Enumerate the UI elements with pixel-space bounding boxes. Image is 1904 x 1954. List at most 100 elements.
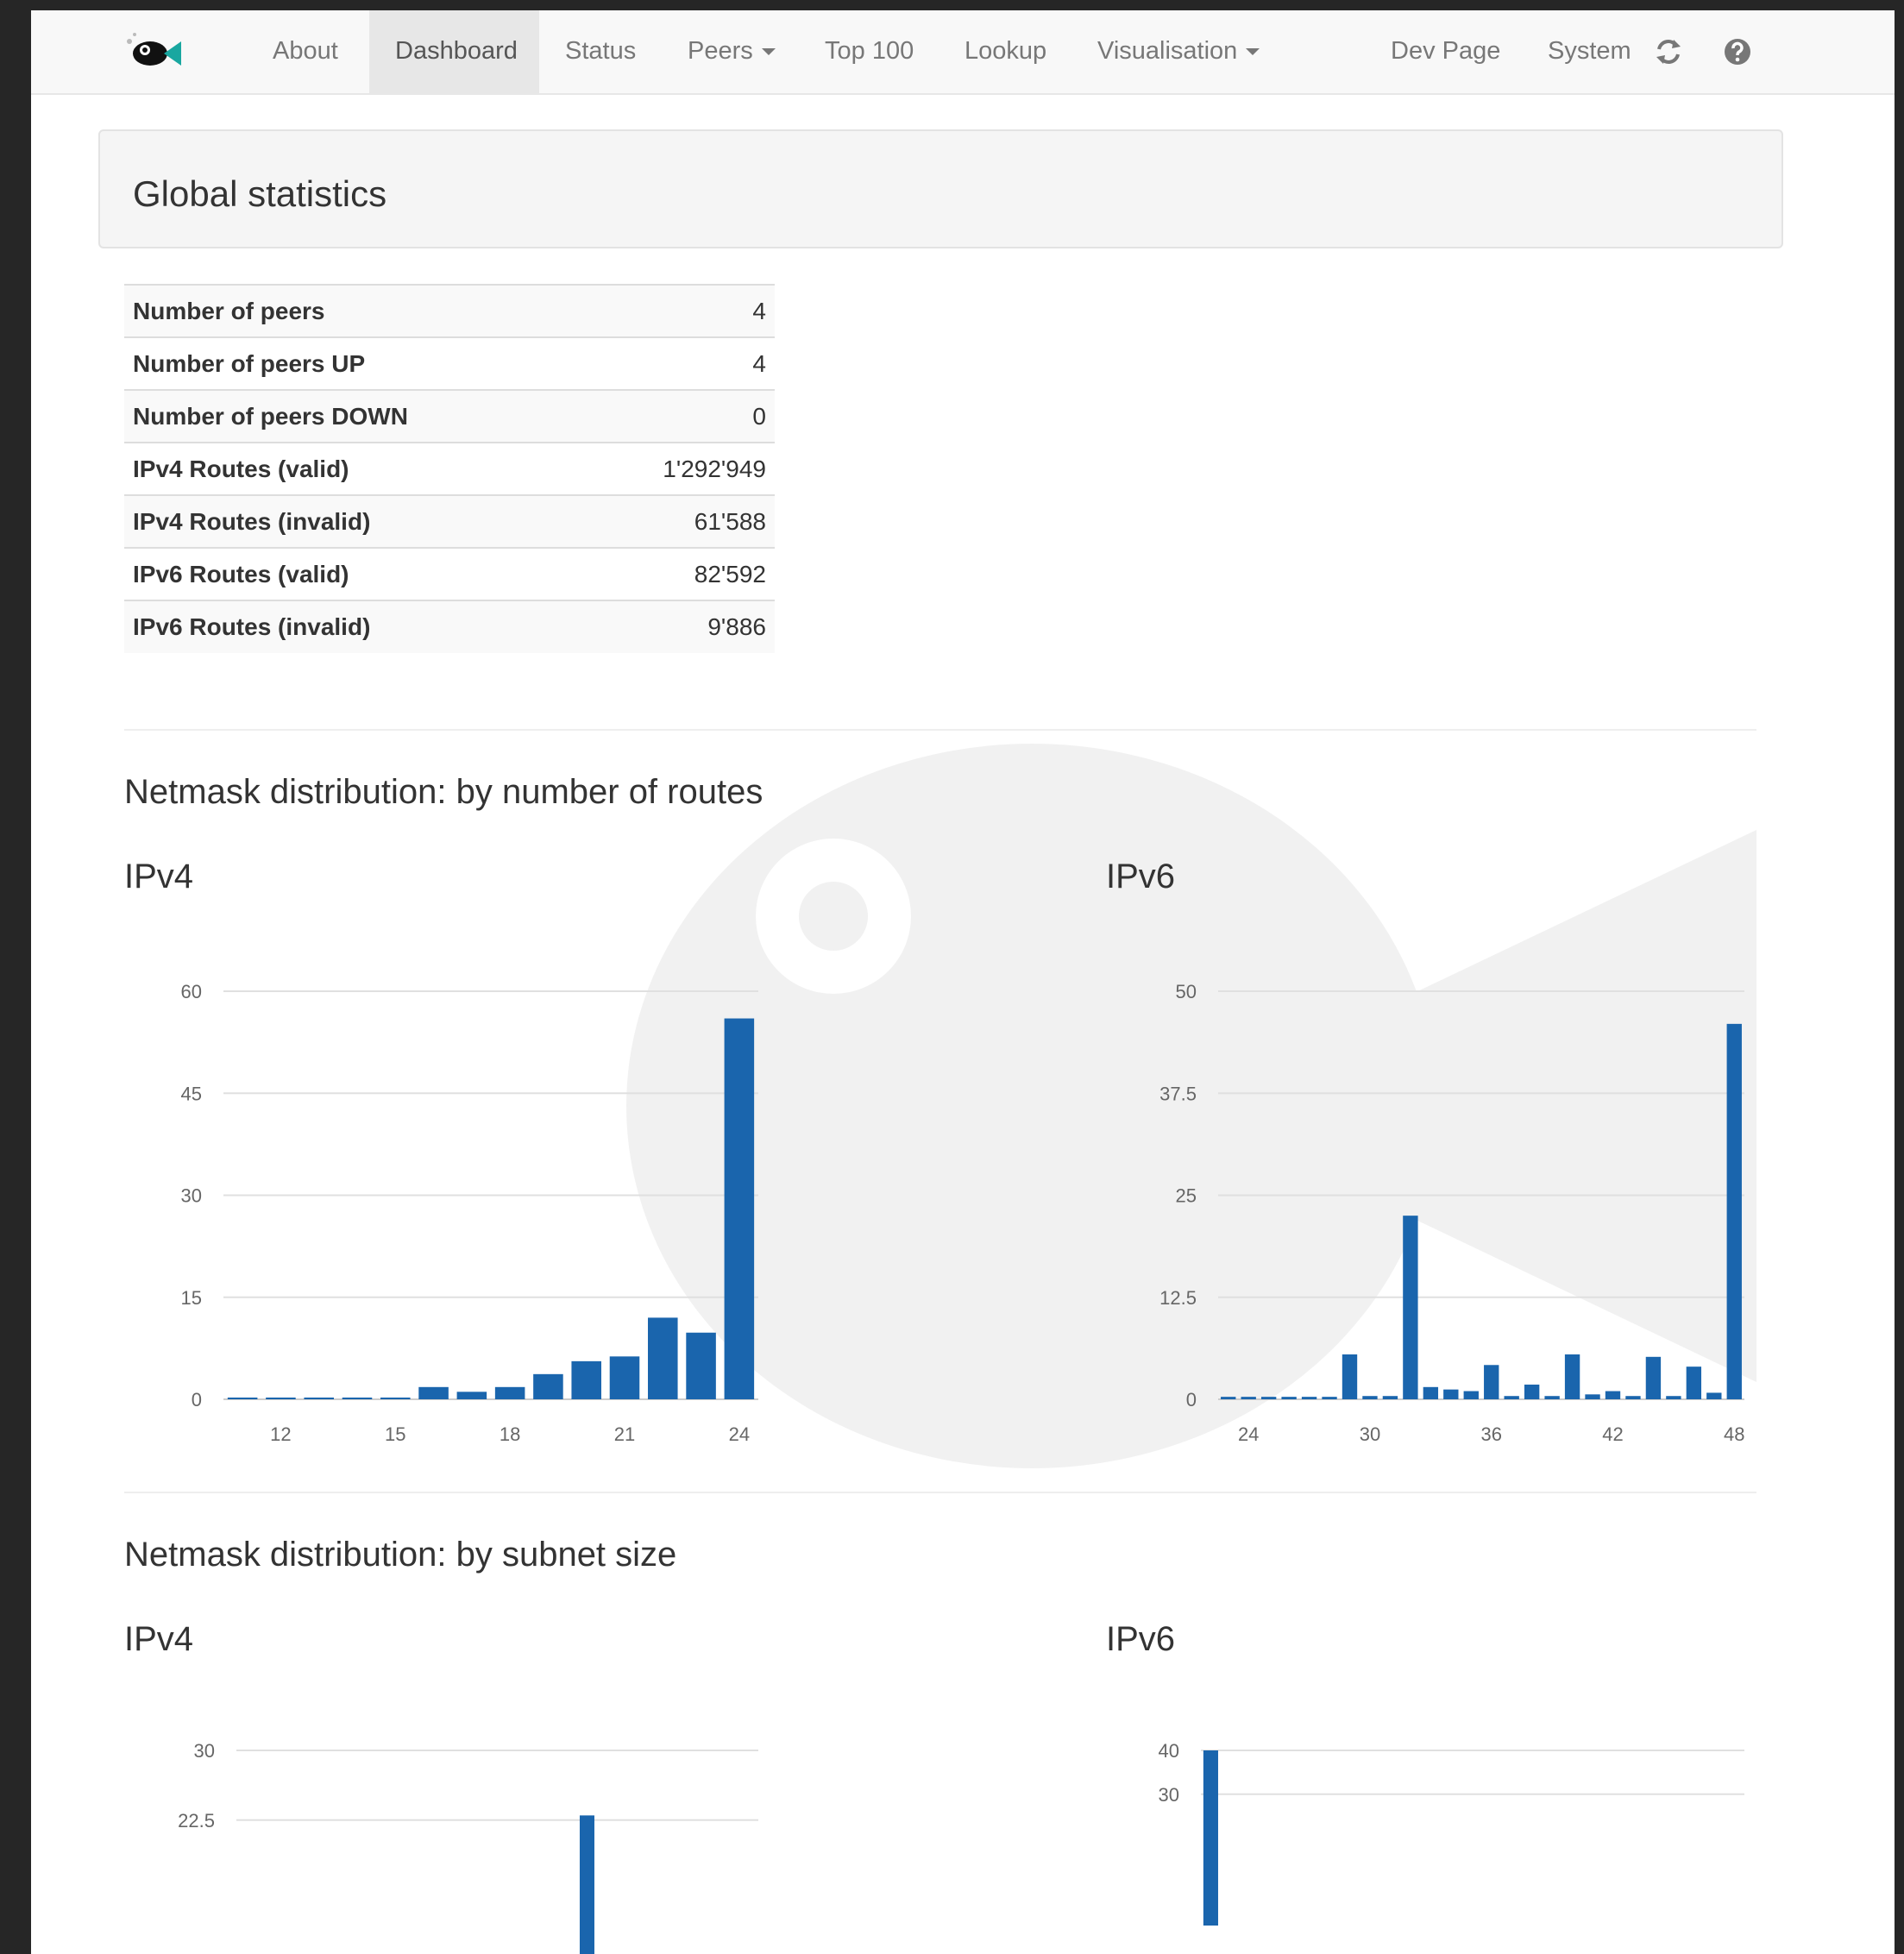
x-tick-label: 24 <box>729 1423 750 1445</box>
chart-bar <box>1382 1396 1398 1399</box>
chart-bar <box>227 1398 258 1399</box>
nav-system[interactable]: System <box>1522 10 1657 93</box>
stat-label: Number of peers UP <box>124 336 585 390</box>
chart-bar <box>1342 1354 1358 1399</box>
y-tick-label: 30 <box>194 1740 215 1762</box>
brand-logo-icon[interactable] <box>123 29 183 72</box>
stat-value: 9'886 <box>584 600 775 653</box>
nav-status-label: Status <box>565 37 637 65</box>
chart-bar <box>1221 1397 1236 1399</box>
chart-bar <box>418 1386 449 1399</box>
ipv6-subnet-chart: 30 40 <box>1159 1740 1744 1926</box>
chart-bar <box>1645 1356 1662 1399</box>
nav-system-label: System <box>1548 37 1631 65</box>
chart-bar <box>1686 1367 1702 1399</box>
chart-bar <box>579 1815 594 1954</box>
stat-value: 1'292'949 <box>584 442 775 495</box>
chart-bar <box>1241 1397 1256 1399</box>
chart-bar <box>1423 1386 1439 1399</box>
page-header: Global statistics <box>98 129 1783 248</box>
chart-bar <box>456 1392 487 1399</box>
nav-top-100-label: Top 100 <box>825 37 914 65</box>
y-tick-label: 25 <box>1176 1185 1197 1207</box>
section-divider <box>124 1492 1756 1493</box>
y-tick-label: 22.5 <box>178 1810 215 1831</box>
y-tick-label: 50 <box>1176 981 1197 1002</box>
table-row: Number of peers UP 4 <box>124 336 775 390</box>
chart-bar <box>1666 1396 1681 1399</box>
nav-visualisation-dropdown[interactable]: Visualisation <box>1071 10 1285 93</box>
x-tick-label: 36 <box>1480 1423 1501 1445</box>
chart-bar <box>304 1398 334 1399</box>
stat-value: 4 <box>584 336 775 390</box>
refresh-icon[interactable] <box>1653 36 1684 67</box>
ipv4-subnet-chart: 22.5 30 <box>178 1740 758 1954</box>
stat-value: 82'592 <box>584 547 775 600</box>
chart-bar <box>1301 1397 1317 1399</box>
y-tick-label: 0 <box>192 1389 202 1411</box>
chart-bar <box>342 1398 373 1399</box>
chart-bar <box>686 1332 716 1399</box>
nav-dev-page[interactable]: Dev Page <box>1365 10 1526 93</box>
nav-lookup[interactable]: Lookup <box>939 10 1072 93</box>
chart-bar <box>609 1356 640 1399</box>
chart-title-ipv4-routes: IPv4 <box>124 858 194 895</box>
stat-label: IPv4 Routes (invalid) <box>124 494 585 548</box>
caret-down-icon <box>1246 48 1260 56</box>
y-tick-label: 0 <box>1186 1389 1197 1411</box>
chart-bar <box>1322 1397 1337 1399</box>
section-title-by-subnet: Netmask distribution: by subnet size <box>124 1536 677 1574</box>
chart-bar <box>1362 1396 1378 1399</box>
help-icon[interactable] <box>1722 36 1753 67</box>
app-window: About Dashboard Status Peers Top 100 Loo… <box>31 10 1895 1954</box>
nav-about-label: About <box>273 37 338 65</box>
nav-visualisation-label: Visualisation <box>1097 37 1238 65</box>
y-tick-label: 60 <box>181 981 202 1002</box>
y-tick-label: 12.5 <box>1159 1287 1197 1309</box>
chart-bar <box>1605 1391 1621 1399</box>
nav-about[interactable]: About <box>247 10 364 93</box>
stat-value: 4 <box>584 284 775 337</box>
y-tick-label: 37.5 <box>1159 1083 1197 1104</box>
x-tick-label: 30 <box>1360 1423 1380 1445</box>
stat-value: 0 <box>584 389 775 443</box>
nav-dashboard-label: Dashboard <box>395 37 518 65</box>
chart-title-ipv6-subnet: IPv6 <box>1106 1620 1176 1658</box>
chart-bar <box>724 1018 755 1399</box>
chart-bar <box>648 1317 678 1399</box>
chart-bar <box>1484 1365 1499 1399</box>
ipv6-routes-chart: 0 12.5 25 37.5 50 24 30 36 42 48 <box>1159 981 1744 1445</box>
x-tick-label: 21 <box>614 1423 635 1445</box>
table-row: Number of peers DOWN 0 <box>124 389 775 443</box>
nav-top-100[interactable]: Top 100 <box>799 10 939 93</box>
global-stats-table: Number of peers 4 Number of peers UP 4 Num… <box>124 284 775 653</box>
chart-bar <box>1706 1392 1722 1399</box>
y-tick-label: 45 <box>181 1083 202 1104</box>
chart-bar <box>1504 1396 1519 1399</box>
chart-bar <box>1564 1354 1580 1399</box>
nav-peers-dropdown[interactable]: Peers <box>662 10 801 93</box>
chart-bar <box>1260 1397 1277 1399</box>
x-tick-label: 48 <box>1724 1423 1744 1445</box>
stat-label: Number of peers <box>124 284 585 337</box>
chart-bar <box>1726 1023 1742 1399</box>
chart-title-ipv4-subnet: IPv4 <box>124 1620 194 1658</box>
stat-label: IPv4 Routes (valid) <box>124 442 585 495</box>
chart-bar <box>571 1360 601 1399</box>
stat-label: IPv6 Routes (invalid) <box>124 600 585 653</box>
nav-status[interactable]: Status <box>539 10 662 93</box>
chart-bar <box>1625 1396 1641 1399</box>
y-tick-label: 30 <box>181 1185 202 1207</box>
stat-value: 61'588 <box>584 494 775 548</box>
chart-bar <box>1585 1394 1600 1399</box>
nav-dashboard[interactable]: Dashboard <box>369 10 539 93</box>
table-row: IPv4 Routes (invalid) 61'588 <box>124 494 775 548</box>
chart-bar <box>494 1386 525 1399</box>
x-tick-label: 42 <box>1602 1423 1623 1445</box>
top-navbar: About Dashboard Status Peers Top 100 Loo… <box>31 10 1895 95</box>
ipv4-routes-chart: 0 15 30 45 60 12 15 18 21 24 <box>181 981 758 1445</box>
x-tick-label: 15 <box>385 1423 405 1445</box>
table-row: IPv6 Routes (invalid) 9'886 <box>124 600 775 653</box>
section-title-by-routes: Netmask distribution: by number of route… <box>124 773 763 811</box>
y-tick-label: 15 <box>181 1287 202 1309</box>
